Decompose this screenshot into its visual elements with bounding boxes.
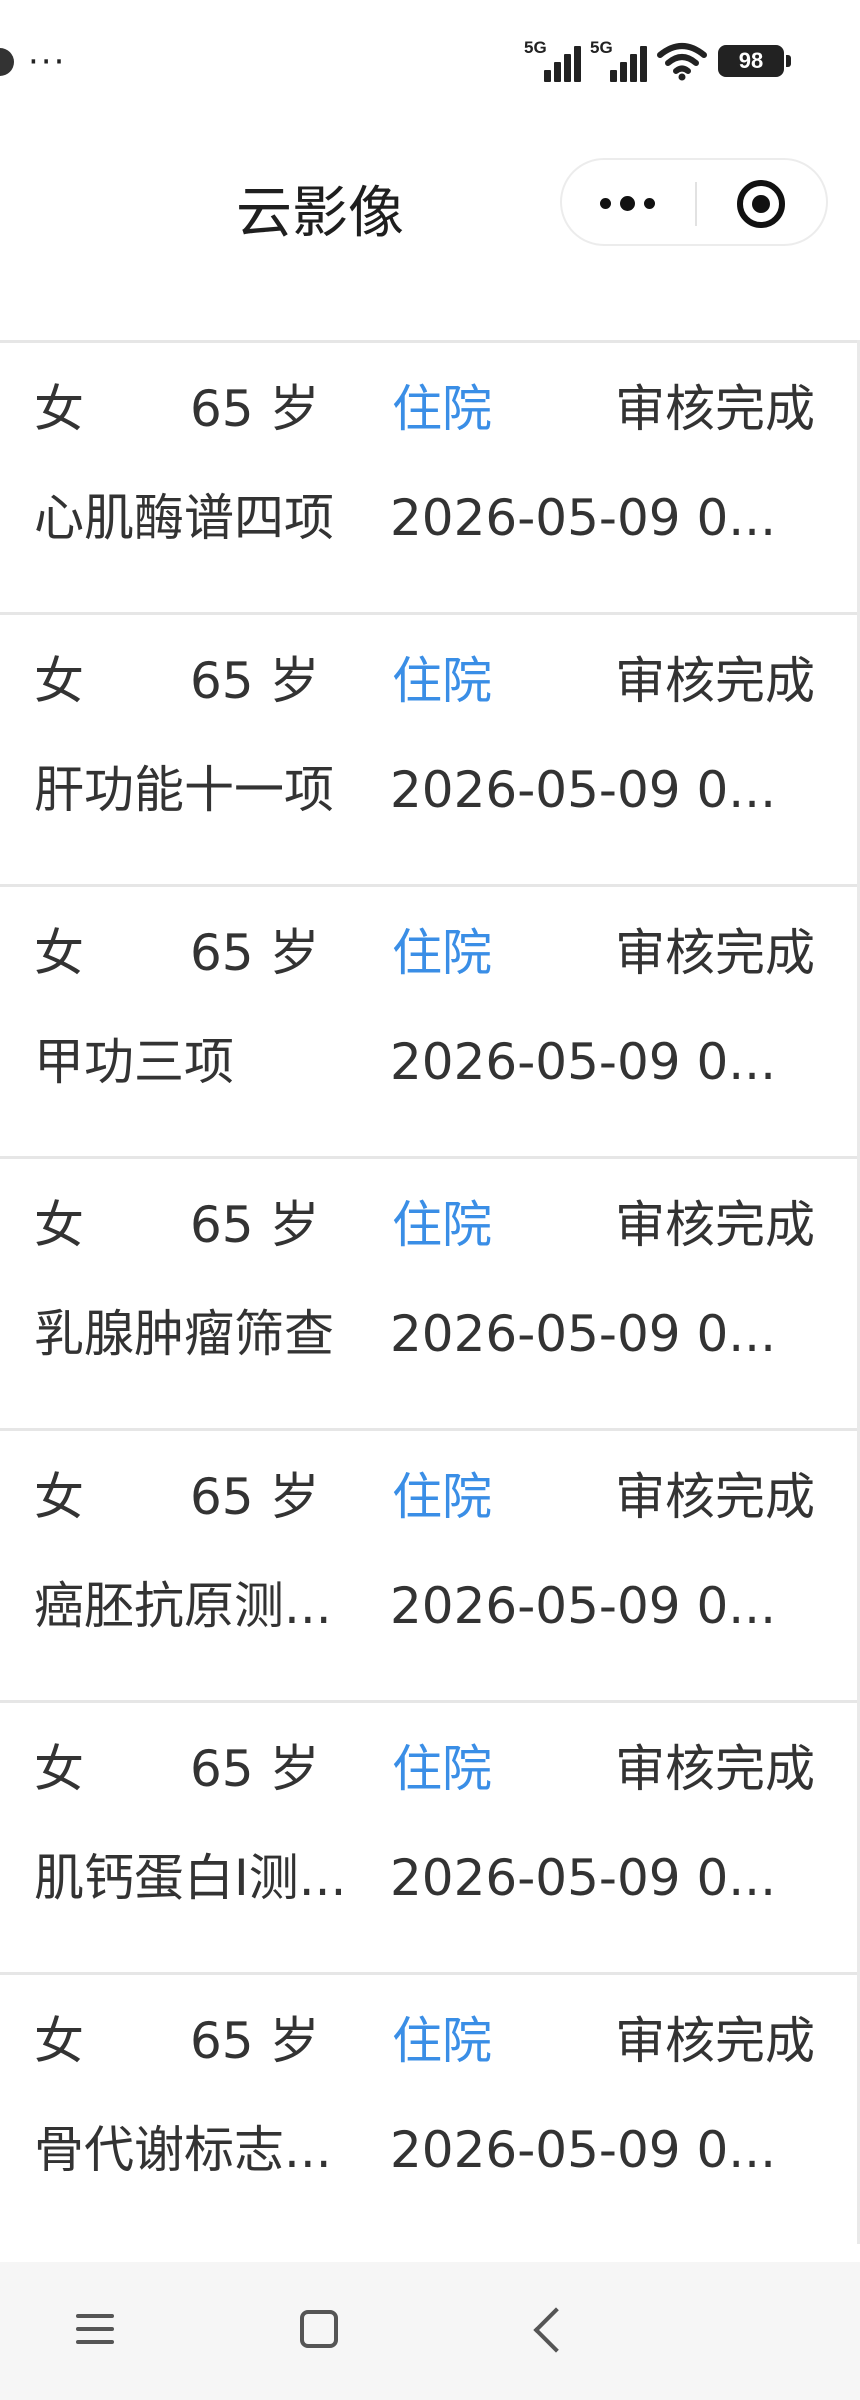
status-label: 审核完成 <box>615 380 815 438</box>
test-item-name: 癌胚抗原测... <box>34 1577 332 1635</box>
department-label: 住院 <box>392 652 492 710</box>
department-label: 住院 <box>392 924 492 982</box>
department-label: 住院 <box>392 1196 492 1254</box>
signal-icon-2: 5G <box>590 38 647 82</box>
test-item-name: 甲功三项 <box>34 1033 234 1091</box>
home-square-icon[interactable] <box>300 2310 338 2348</box>
signal-icon-1: 5G <box>524 38 581 82</box>
page-title: 云影像 <box>236 181 404 246</box>
status-label: 审核完成 <box>615 2012 815 2070</box>
sex-label: 女 <box>34 1468 84 1526</box>
status-label: 审核完成 <box>615 924 815 982</box>
sex-label: 女 <box>34 652 84 710</box>
report-date: 2026-05-09 0... <box>390 1033 776 1091</box>
network-type-label: 5G <box>524 38 547 57</box>
age-label: 65 岁 <box>190 380 320 438</box>
status-bar: ··· 5G 5G 98 <box>0 0 860 130</box>
age-label: 65 岁 <box>190 1196 320 1254</box>
network-type-label: 5G <box>590 38 613 57</box>
report-date: 2026-05-09 0... <box>390 1305 776 1363</box>
system-navigation-bar <box>0 2262 860 2400</box>
status-label: 审核完成 <box>615 1196 815 1254</box>
status-label: 审核完成 <box>615 1468 815 1526</box>
test-item-name: 乳腺肿瘤筛查 <box>34 1305 334 1363</box>
age-label: 65 岁 <box>190 924 320 982</box>
age-label: 65 岁 <box>190 2012 320 2070</box>
wifi-icon <box>656 41 708 81</box>
list-item[interactable]: 女 65 岁 住院 审核完成肝功能十一项 2026-05-09 0... <box>0 612 857 884</box>
status-left: ··· <box>0 42 67 82</box>
age-label: 65 岁 <box>190 652 320 710</box>
sex-label: 女 <box>34 1740 84 1798</box>
battery-icon: 98 <box>718 45 791 77</box>
age-label: 65 岁 <box>190 1740 320 1798</box>
status-label: 审核完成 <box>615 652 815 710</box>
list-item[interactable]: 女 65 岁 住院 审核完成乳腺肿瘤筛查 2026-05-09 0... <box>0 1156 857 1428</box>
list-item[interactable]: 女 65 岁 住院 审核完成甲功三项 2026-05-09 0... <box>0 884 857 1156</box>
sex-label: 女 <box>34 1196 84 1254</box>
age-label: 65 岁 <box>190 1468 320 1526</box>
status-label: 审核完成 <box>615 1740 815 1798</box>
status-right: 5G 5G 98 <box>524 38 791 82</box>
report-list: 女 65 岁住院 审核完成 心肌酶谱四项 2026-05-09 0... 女 65 岁住院审… <box>0 340 860 2244</box>
more-options-icon[interactable] <box>600 196 655 211</box>
test-item-name: 肝功能十一项 <box>34 761 334 819</box>
report-date: 2026-05-09 0... <box>390 489 776 547</box>
test-item-name: 骨代谢标志... <box>34 2121 332 2179</box>
more-notifications-icon: ··· <box>28 42 67 82</box>
list-item[interactable]: 女 65 岁 住院 审核完成肌钙蛋白I测... 2026-05-09 0... <box>0 1700 857 1972</box>
department-label: 住院 <box>392 380 492 438</box>
department-label: 住院 <box>392 1468 492 1526</box>
menu-icon[interactable] <box>76 2310 114 2348</box>
department-label: 住院 <box>392 1740 492 1798</box>
list-item[interactable]: 女 65 岁 住院 审核完成癌胚抗原测... 2026-05-09 0... <box>0 1428 857 1700</box>
back-chevron-icon[interactable] <box>533 2307 579 2353</box>
sex-label: 女 <box>34 924 84 982</box>
test-item-name: 肌钙蛋白I测... <box>34 1849 347 1907</box>
list-item[interactable]: 女 65 岁 住院 审核完成心肌酶谱四项 2026-05-09 0... <box>0 340 857 612</box>
sex-label: 女 <box>34 380 84 438</box>
report-date: 2026-05-09 0... <box>390 761 776 819</box>
sex-label: 女 <box>34 2012 84 2070</box>
report-date: 2026-05-09 0... <box>390 1849 776 1907</box>
mini-program-capsule <box>560 158 828 246</box>
report-date: 2026-05-09 0... <box>390 1577 776 1635</box>
test-item-name: 心肌酶谱四项 <box>34 489 334 547</box>
department-label: 住院 <box>392 2012 492 2070</box>
capsule-divider <box>695 182 697 226</box>
close-target-icon[interactable] <box>737 180 785 228</box>
notification-icon <box>0 48 14 76</box>
list-item[interactable]: 女 65 岁 住院 审核完成骨代谢标志... 2026-05-09 0... <box>0 1972 857 2244</box>
report-date: 2026-05-09 0... <box>390 2121 776 2179</box>
title-bar: 云影像 <box>0 130 860 340</box>
